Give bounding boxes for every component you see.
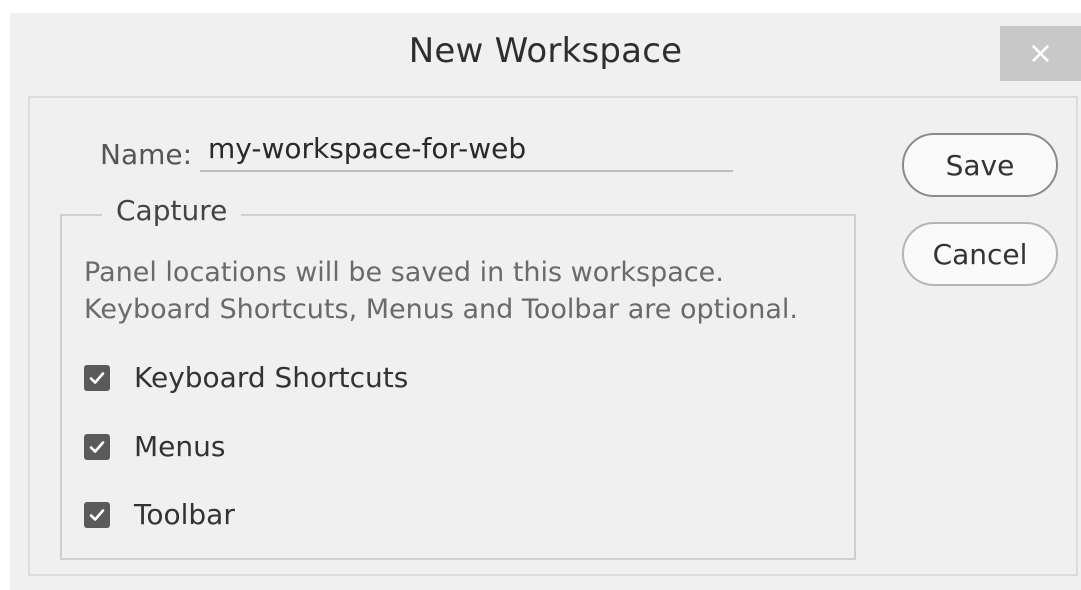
menus-label: Menus: [134, 430, 226, 463]
close-button[interactable]: ×: [1000, 26, 1081, 81]
keyboard-shortcuts-checkbox[interactable]: [84, 364, 110, 391]
checkmark-icon: [89, 371, 105, 384]
toolbar-checkbox[interactable]: [84, 501, 110, 528]
toolbar-option[interactable]: Toolbar: [84, 498, 235, 531]
dialog-title: New Workspace: [408, 31, 683, 71]
capture-description-line-1: Panel locations will be saved in this wo…: [84, 257, 724, 288]
capture-legend: Capture: [102, 194, 242, 227]
menus-checkbox[interactable]: [84, 433, 110, 460]
checkmark-icon: [89, 508, 105, 521]
dialog-content: Name: Capture Panel locations will be sa…: [28, 96, 1078, 576]
menus-option[interactable]: Menus: [84, 430, 225, 463]
capture-description: Panel locations will be saved in this wo…: [84, 254, 798, 328]
keyboard-shortcuts-label: Keyboard Shortcuts: [134, 361, 409, 394]
capture-description-line-2: Keyboard Shortcuts, Menus and Toolbar ar…: [84, 294, 798, 325]
name-label: Name:: [100, 138, 193, 171]
close-icon: ×: [1027, 36, 1054, 71]
new-workspace-dialog: New Workspace × Name: Capture Panel loca…: [10, 13, 1081, 590]
name-input[interactable]: [200, 126, 733, 172]
title-bar: New Workspace ×: [10, 13, 1081, 93]
keyboard-shortcuts-option[interactable]: Keyboard Shortcuts: [84, 361, 408, 394]
checkmark-icon: [89, 440, 105, 453]
capture-group: Capture Panel locations will be saved in…: [60, 194, 856, 560]
cancel-button[interactable]: Cancel: [902, 222, 1058, 286]
toolbar-label: Toolbar: [134, 498, 235, 531]
save-button[interactable]: Save: [902, 133, 1058, 197]
